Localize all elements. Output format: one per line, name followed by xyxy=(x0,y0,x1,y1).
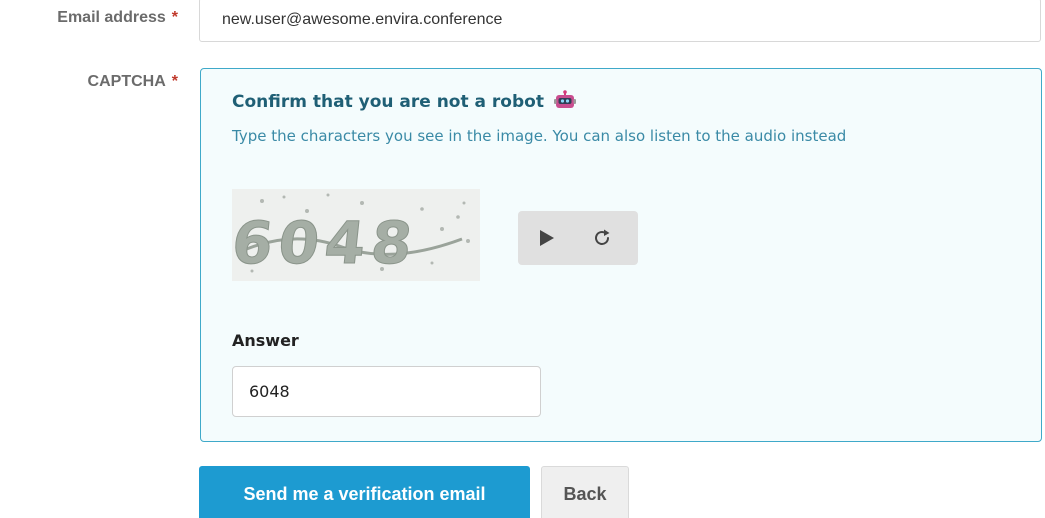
captcha-image: 6048 xyxy=(228,189,480,281)
send-verification-button[interactable]: Send me a verification email xyxy=(199,466,530,518)
captcha-title: Confirm that you are not a robot xyxy=(232,90,576,112)
email-required-mark: * xyxy=(171,9,178,26)
back-button[interactable]: Back xyxy=(541,466,629,518)
answer-label: Answer xyxy=(232,331,299,350)
play-icon xyxy=(540,230,554,246)
captcha-hint: Type the characters you see in the image… xyxy=(232,127,847,145)
play-audio-button[interactable] xyxy=(518,211,574,265)
refresh-icon xyxy=(595,229,610,245)
answer-input[interactable] xyxy=(232,366,541,417)
captcha-audio-controls xyxy=(518,211,638,265)
refresh-captcha-button[interactable] xyxy=(574,211,630,265)
captcha-required-mark: * xyxy=(171,73,178,90)
robot-icon xyxy=(553,90,576,108)
email-input[interactable] xyxy=(199,0,1041,42)
captcha-image-text: 6048 xyxy=(232,209,421,277)
captcha-title-text: Confirm that you are not a robot xyxy=(232,92,544,112)
captcha-label-text: CAPTCHA xyxy=(87,73,166,90)
email-label-text: Email address xyxy=(57,9,166,26)
captcha-panel: Confirm that you are not a robot Type th… xyxy=(200,68,1042,442)
registration-form: Email address * CAPTCHA * Confirm that you… xyxy=(0,0,1045,518)
email-label: Email address * xyxy=(0,9,178,27)
captcha-image-graphic: 6048 xyxy=(228,189,480,281)
captcha-label: CAPTCHA * xyxy=(0,73,178,91)
